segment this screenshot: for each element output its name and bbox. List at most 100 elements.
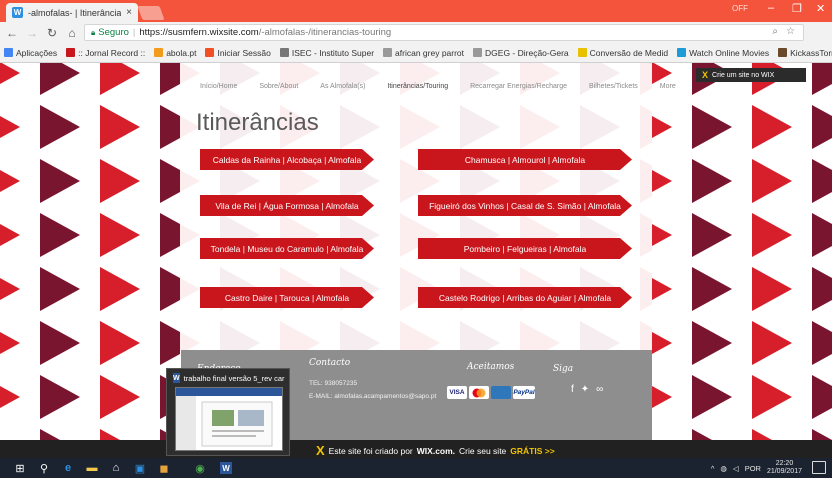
decor-arrow-shape	[652, 278, 672, 300]
language-indicator[interactable]: POR	[745, 464, 761, 473]
decor-arrow-shape	[160, 267, 180, 311]
social-links: f ✦ ∞	[571, 384, 603, 395]
maximize-icon[interactable]: ❐	[792, 2, 802, 15]
url-separator: |	[132, 27, 136, 38]
route-button[interactable]: Pombeiro | Felgueiras | Almofala	[418, 238, 632, 259]
route-button[interactable]: Chamusca | Almourol | Almofala	[418, 149, 632, 170]
volume-icon[interactable]: ◁	[733, 464, 739, 473]
bookmark-label: abola.pt	[166, 47, 197, 58]
clock[interactable]: 22:20 21/09/2017	[767, 460, 802, 476]
decor-arrow-shape	[652, 429, 672, 440]
edge-icon[interactable]: e	[62, 462, 74, 474]
decor-arrow-shape	[0, 332, 20, 354]
wix-banner-text2: Crie seu site	[459, 445, 507, 456]
wix-logo-icon: X	[316, 443, 325, 458]
app-icon[interactable]: ◼	[158, 462, 170, 475]
decor-arrow-shape	[752, 159, 792, 203]
wix-banner[interactable]: X Este site foi criado por WIX.com. Crie…	[0, 440, 832, 458]
decor-arrow-shape	[40, 375, 80, 419]
wix-promo-tag[interactable]: X Crie um site no WIX	[696, 68, 806, 82]
bookmark-item[interactable]: Iniciar Sessão	[205, 47, 271, 58]
close-window-icon[interactable]: ✕	[816, 2, 825, 15]
flickr-icon[interactable]: ∞	[596, 384, 603, 395]
route-button[interactable]: Castelo Rodrigo | Arribas do Aguiar | Al…	[418, 287, 632, 308]
decor-arrow-shape	[40, 321, 80, 365]
decor-arrow-shape	[0, 386, 20, 408]
decor-arrow-shape	[692, 213, 732, 257]
clock-time: 22:20	[775, 460, 794, 467]
windows-start-icon[interactable]: ⊞	[14, 462, 26, 475]
minimize-icon[interactable]: –	[768, 2, 774, 14]
decor-arrow-shape	[812, 267, 832, 311]
decor-arrow-shape	[812, 159, 832, 203]
reload-icon[interactable]: ↻	[46, 26, 58, 40]
facebook-icon[interactable]: f	[571, 384, 574, 395]
browser-tab[interactable]: W -almofalas- | Itinerâncias ×	[6, 3, 138, 22]
wix-banner-text: Este site foi criado por	[328, 445, 413, 456]
decor-arrow-shape	[40, 159, 80, 203]
back-icon[interactable]: ←	[6, 26, 18, 40]
url-input[interactable]: 🔒︎ Seguro | https://susmfern.wixsite.com…	[84, 24, 804, 41]
decor-arrow-shape	[100, 159, 140, 203]
windows-taskbar: ⊞ ⚲ e ▬ ⌂ ▣ ◼ ◉ W ^ ◍ ◁ POR 22:20 21/09/…	[0, 458, 832, 478]
store-icon[interactable]: ⌂	[110, 462, 122, 474]
bookmark-item[interactable]: Aplicações	[4, 48, 57, 58]
action-center-icon[interactable]	[812, 461, 826, 474]
bookmark-label: KickassTorrents - Do	[790, 47, 832, 58]
chrome-icon[interactable]: ◉	[194, 462, 206, 475]
arrow-pattern-left	[0, 63, 180, 440]
nav-item[interactable]: Itinerâncias/Touring	[387, 83, 448, 90]
wix-promo-text: Crie um site no WIX	[712, 71, 775, 79]
nav-item[interactable]: As Almofala(s)	[320, 83, 365, 90]
taskbar-thumbnail[interactable]: W trabalho final versão 5_rev carla...	[166, 368, 290, 456]
route-button[interactable]: Figueiró dos Vinhos | Casal de S. Simão …	[418, 195, 632, 216]
decor-arrow-shape	[40, 105, 80, 149]
site-nav: Início/Home Sobre/About As Almofala(s) Itin…	[200, 83, 676, 90]
decor-arrow-shape	[100, 105, 140, 149]
bookmark-label: Iniciar Sessão	[217, 47, 271, 58]
route-button[interactable]: Castro Daire | Tarouca | Almofala	[200, 287, 374, 308]
decor-arrow-shape	[692, 267, 732, 311]
wix-banner-cta[interactable]: GRÁTIS >>	[510, 446, 554, 456]
tray-chevron-icon[interactable]: ^	[711, 464, 715, 473]
profile-badge[interactable]: OFF	[732, 4, 748, 13]
bookmark-item[interactable]: Conversão de Medid	[577, 48, 668, 58]
route-button[interactable]: Vila de Rei | Água Formosa | Almofala	[200, 195, 374, 216]
search-icon[interactable]: ⚲	[38, 462, 50, 475]
bookmark-item[interactable]: abola.pt	[154, 48, 196, 58]
route-button[interactable]: Caldas da Rainha | Alcobaça | Almofala	[200, 149, 374, 170]
word-taskbar-icon[interactable]: W	[220, 462, 232, 474]
forward-icon[interactable]: →	[26, 26, 38, 40]
nav-item[interactable]: More	[660, 83, 676, 90]
bookmark-item[interactable]: DGEG - Direção-Gera	[473, 48, 569, 58]
decor-arrow-shape	[652, 170, 672, 192]
lock-icon: 🔒︎	[91, 27, 96, 37]
nav-item[interactable]: Início/Home	[200, 83, 237, 90]
wix-favicon-icon: W	[12, 7, 23, 18]
bookmark-favicon-icon	[577, 48, 587, 57]
bookmark-item[interactable]: ISEC - Instituto Super	[279, 47, 375, 58]
decor-arrow-shape	[0, 170, 20, 192]
bookmark-item[interactable]: :: Jornal Record ::	[66, 48, 145, 58]
bookmark-item[interactable]: african grey parrot	[383, 48, 464, 58]
decor-arrow-shape	[812, 105, 832, 149]
home-icon[interactable]: ⌂	[66, 26, 78, 40]
file-explorer-icon[interactable]: ▬	[86, 462, 98, 474]
decor-arrow-shape	[40, 213, 80, 257]
zoom-icon[interactable]: ⌕	[772, 26, 778, 37]
new-tab-button[interactable]	[137, 6, 165, 20]
bookmark-label: ISEC - Instituto Super	[291, 47, 375, 58]
bookmark-item[interactable]: KickassTorrents - Do	[778, 48, 832, 58]
media-icon[interactable]: ▣	[134, 462, 146, 475]
network-icon[interactable]: ◍	[720, 464, 727, 473]
nav-item[interactable]: Bilhetes/Tickets	[589, 83, 638, 90]
bookmark-item[interactable]: Watch Online Movies	[677, 48, 769, 58]
bookmark-star-icon[interactable]: ☆	[786, 26, 795, 37]
nav-item[interactable]: Recarregar Energias/Recharge	[470, 83, 567, 90]
contact-email[interactable]: E-MAIL: almofalas.acampamentos@sapo.pt	[309, 393, 436, 400]
contacto-heading: Contacto	[309, 358, 351, 368]
close-tab-icon[interactable]: ×	[126, 7, 132, 18]
route-button[interactable]: Tondela | Museu do Caramulo | Almofala	[200, 238, 374, 259]
nav-item[interactable]: Sobre/About	[259, 83, 298, 90]
twitter-icon[interactable]: ✦	[581, 384, 589, 395]
